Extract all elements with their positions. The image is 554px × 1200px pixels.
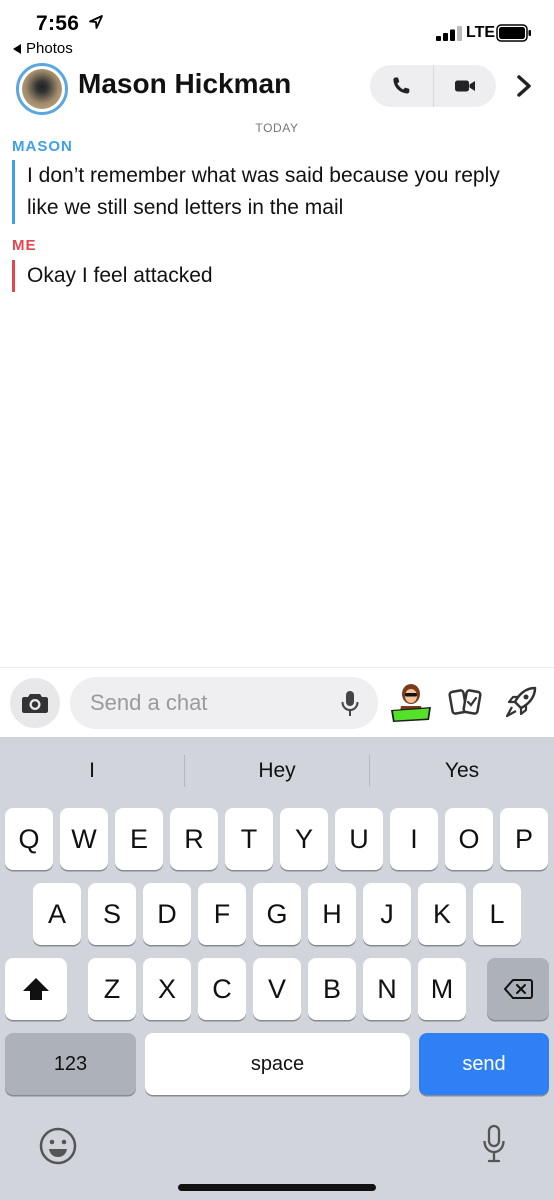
suggestion-bar: I Hey Yes (0, 737, 554, 805)
key-n[interactable]: N (363, 958, 411, 1020)
chat-input[interactable] (90, 677, 330, 729)
camera-button[interactable] (10, 678, 60, 728)
key-v[interactable]: V (253, 958, 301, 1020)
key-z[interactable]: Z (88, 958, 136, 1020)
key-x[interactable]: X (143, 958, 191, 1020)
backspace-key[interactable] (487, 958, 549, 1020)
back-app-label: Photos (26, 40, 73, 57)
microphone-icon[interactable] (340, 690, 360, 718)
avatar-image (22, 69, 62, 109)
key-r[interactable]: R (170, 808, 218, 870)
date-separator: TODAY (255, 121, 299, 135)
key-p[interactable]: P (500, 808, 548, 870)
home-indicator[interactable] (178, 1184, 376, 1191)
emoji-icon[interactable] (38, 1126, 78, 1166)
back-to-app-link[interactable]: Photos (12, 40, 73, 57)
key-k[interactable]: K (418, 883, 466, 945)
network-type: LTE (466, 24, 496, 41)
backspace-icon (504, 979, 533, 999)
send-key[interactable]: send (419, 1033, 549, 1095)
avatar[interactable] (16, 63, 68, 115)
sender-label-me: ME (12, 237, 37, 254)
suggestion-item[interactable]: I (0, 737, 184, 805)
key-l[interactable]: L (473, 883, 521, 945)
video-call-button[interactable] (434, 65, 497, 107)
sender-label-mason: MASON (12, 138, 73, 155)
key-q[interactable]: Q (5, 808, 53, 870)
key-h[interactable]: H (308, 883, 356, 945)
signal-bars-icon (436, 26, 462, 41)
voice-call-button[interactable] (370, 65, 433, 107)
key-f[interactable]: F (198, 883, 246, 945)
shift-key[interactable] (5, 958, 67, 1020)
battery-icon (496, 24, 531, 42)
key-g[interactable]: G (253, 883, 301, 945)
key-w[interactable]: W (60, 808, 108, 870)
status-bar: 7:56 Photos LTE (0, 0, 554, 57)
suggestion-item[interactable]: Yes (370, 737, 554, 805)
camera-icon (22, 694, 48, 713)
keyboard-bottom-bar (0, 1110, 554, 1200)
space-key[interactable]: space (145, 1033, 410, 1095)
chat-header: Mason Hickman (0, 60, 554, 116)
numbers-key[interactable]: 123 (5, 1033, 136, 1095)
key-s[interactable]: S (88, 883, 136, 945)
chat-input-bar (0, 667, 554, 737)
video-camera-icon (454, 80, 475, 92)
message-text[interactable]: I don’t remember what was said because y… (12, 160, 532, 224)
dictation-mic-icon[interactable] (482, 1124, 506, 1164)
back-triangle-icon (13, 43, 21, 54)
key-c[interactable]: C (198, 958, 246, 1020)
key-m[interactable]: M (418, 958, 466, 1020)
key-b[interactable]: B (308, 958, 356, 1020)
suggestion-item[interactable]: Hey (185, 737, 369, 805)
location-arrow-icon (89, 15, 103, 29)
key-a[interactable]: A (33, 883, 81, 945)
key-i[interactable]: I (390, 808, 438, 870)
key-d[interactable]: D (143, 883, 191, 945)
chat-input-field (70, 677, 378, 729)
key-j[interactable]: J (363, 883, 411, 945)
key-t[interactable]: T (225, 808, 273, 870)
shift-icon (23, 978, 49, 1000)
keyboard: I Hey Yes Q W E R T Y U I O P A S D F G … (0, 737, 554, 1200)
phone-icon (393, 77, 410, 94)
key-y[interactable]: Y (280, 808, 328, 870)
key-o[interactable]: O (445, 808, 493, 870)
status-time: 7:56 (36, 12, 80, 35)
key-e[interactable]: E (115, 808, 163, 870)
message-text[interactable]: Okay I feel attacked (12, 260, 213, 292)
cards-icon[interactable] (448, 686, 484, 720)
key-u[interactable]: U (335, 808, 383, 870)
rocket-icon[interactable] (504, 685, 538, 719)
bitmoji-sticker-icon[interactable] (388, 680, 434, 726)
chevron-right-icon[interactable] (514, 74, 534, 98)
contact-name[interactable]: Mason Hickman (78, 68, 291, 100)
call-controls (370, 65, 496, 107)
